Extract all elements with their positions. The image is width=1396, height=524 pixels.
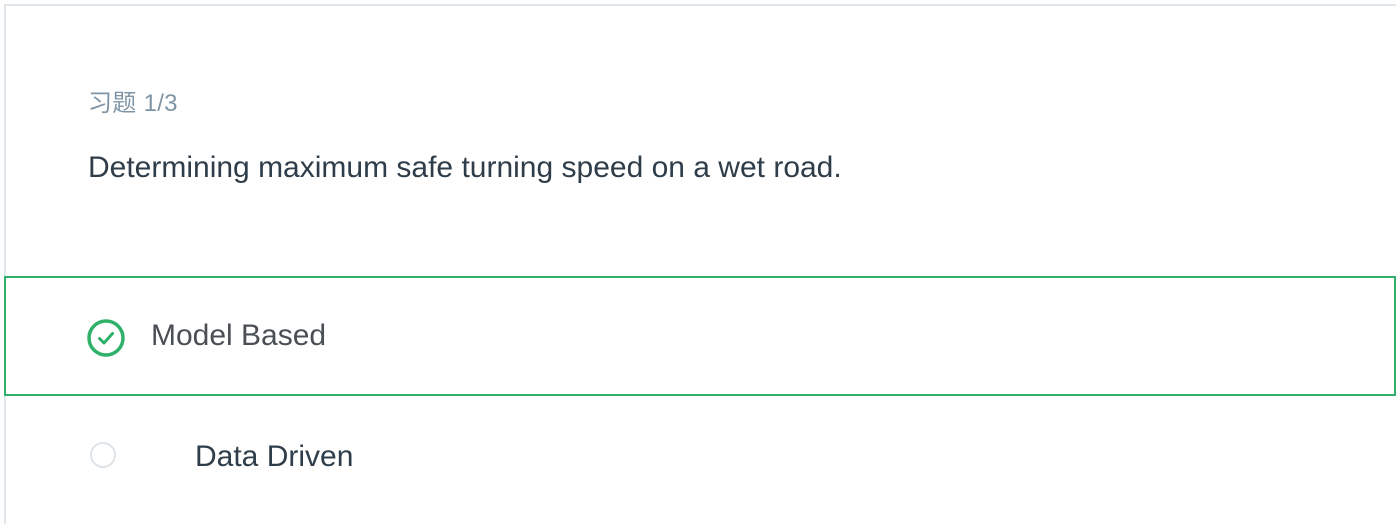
check-circle-icon [86,318,126,358]
radio-empty-icon[interactable] [90,442,116,468]
quiz-counter: 习题 1/3 [88,90,178,117]
option-label: Model Based [151,319,327,352]
option-data-driven[interactable]: Data Driven [4,397,1396,517]
question-text: Determining maximum safe turning speed o… [88,151,842,184]
option-label: Data Driven [195,440,354,473]
option-model-based[interactable]: Model Based [4,276,1396,396]
